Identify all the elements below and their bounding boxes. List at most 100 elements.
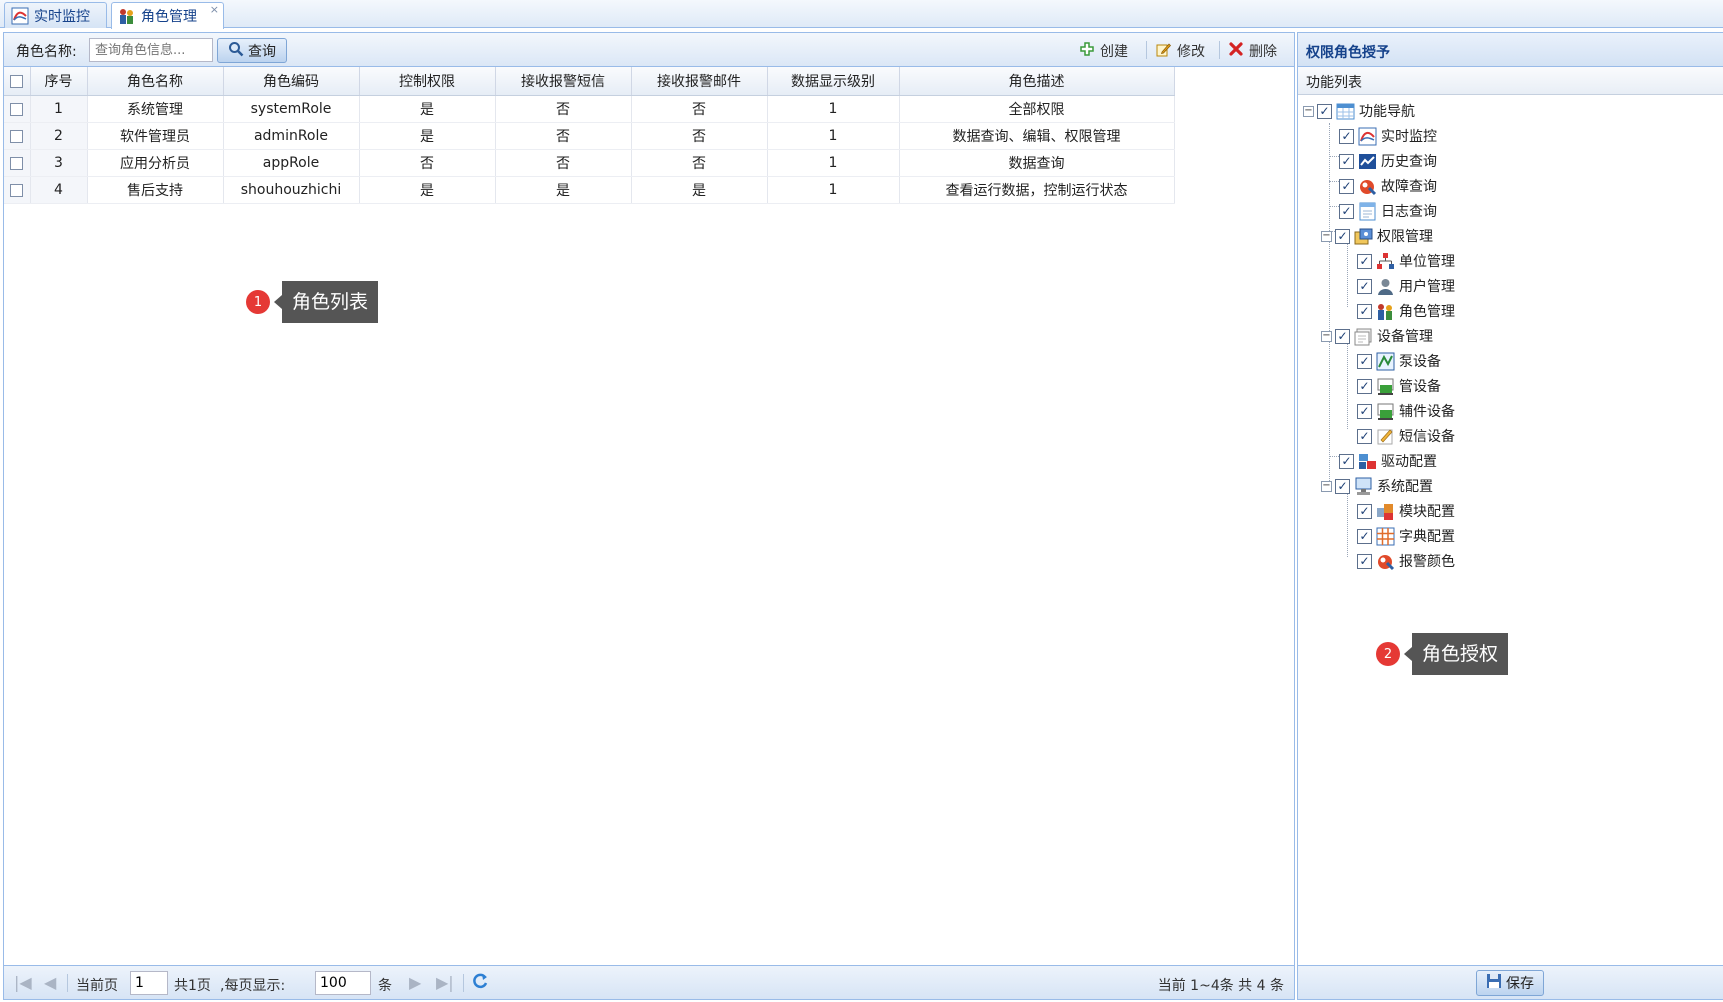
tree-checkbox[interactable]: ✓ <box>1339 453 1354 469</box>
refresh-icon[interactable] <box>470 971 490 995</box>
column-header[interactable]: 角色名称 <box>87 67 224 96</box>
row-checkbox[interactable] <box>10 102 24 116</box>
tree-checkbox[interactable]: ✓ <box>1339 153 1354 169</box>
column-header[interactable]: 接收报警短信 <box>495 67 632 96</box>
tree-checkbox[interactable]: ✓ <box>1335 228 1350 244</box>
tree-node-pump-device[interactable]: ✓ 泵设备 <box>1357 349 1441 373</box>
delete-button[interactable]: 删除 <box>1229 41 1277 61</box>
table-cell: 应用分析员 <box>87 149 224 177</box>
tree-checkbox[interactable]: ✓ <box>1357 378 1372 394</box>
search-label: 角色名称: <box>16 44 77 60</box>
tree-node-permission-management[interactable]: − ✓ 权限管理 <box>1321 224 1433 248</box>
select-all-header[interactable] <box>4 67 31 96</box>
tree-node-label: 系统配置 <box>1377 479 1433 495</box>
collapse-icon[interactable]: − <box>1321 330 1332 342</box>
dictionary-icon <box>1376 527 1395 546</box>
table-cell: 1 <box>767 95 900 123</box>
table-cell: 否 <box>631 95 768 123</box>
tree-checkbox[interactable]: ✓ <box>1357 303 1372 319</box>
query-button[interactable]: 查询 <box>217 38 287 63</box>
tree-node-realtime-monitor[interactable]: ✓ 实时监控 <box>1339 124 1437 148</box>
tree-node-unit-management[interactable]: ✓ 单位管理 <box>1357 249 1455 273</box>
module-icon <box>1376 502 1395 521</box>
next-page-icon[interactable]: ▶ <box>409 973 421 992</box>
tree-node-pipe-device[interactable]: ✓ 管设备 <box>1357 374 1441 398</box>
row-checkbox[interactable] <box>10 183 24 197</box>
column-header[interactable]: 控制权限 <box>359 67 496 96</box>
grid-icon <box>1336 102 1355 121</box>
tree-node-device-management[interactable]: − ✓ 设备管理 <box>1321 324 1433 348</box>
tree-checkbox[interactable]: ✓ <box>1339 128 1354 144</box>
edit-button[interactable]: 修改 <box>1156 41 1205 61</box>
tree-checkbox[interactable]: ✓ <box>1357 428 1372 444</box>
table-cell: appRole <box>223 149 360 177</box>
tree-node-module-config[interactable]: ✓ 模块配置 <box>1357 499 1455 523</box>
row-checkbox[interactable] <box>10 129 24 143</box>
tree-checkbox[interactable]: ✓ <box>1357 253 1372 269</box>
tree-node-user-management[interactable]: ✓ 用户管理 <box>1357 274 1455 298</box>
page-number-input[interactable] <box>130 971 168 995</box>
tree-node-accessory-device[interactable]: ✓ 辅件设备 <box>1357 399 1455 423</box>
table-cell: 1 <box>767 176 900 204</box>
column-header[interactable]: 序号 <box>30 67 88 96</box>
last-page-icon[interactable]: ▶| <box>436 973 454 992</box>
save-button[interactable]: 保存 <box>1476 970 1544 996</box>
row-checkbox[interactable] <box>10 156 24 170</box>
tree-checkbox[interactable]: ✓ <box>1357 278 1372 294</box>
tree-checkbox[interactable]: ✓ <box>1357 528 1372 544</box>
tree-node-function-navigation[interactable]: − ✓ 功能导航 <box>1303 99 1415 123</box>
tree-node-system-config[interactable]: − ✓ 系统配置 <box>1321 474 1433 498</box>
table-row[interactable]: 1 系统管理 systemRole 是 否 否 1 全部权限 <box>4 95 1175 123</box>
tree-checkbox[interactable]: ✓ <box>1339 203 1354 219</box>
first-page-icon[interactable]: |◀ <box>14 973 32 992</box>
tree-checkbox[interactable]: ✓ <box>1357 553 1372 569</box>
tree-node-label: 驱动配置 <box>1381 454 1437 470</box>
tree-checkbox[interactable]: ✓ <box>1357 503 1372 519</box>
column-header[interactable]: 角色编码 <box>223 67 360 96</box>
column-header[interactable]: 接收报警邮件 <box>631 67 768 96</box>
prev-page-icon[interactable]: ◀ <box>44 973 56 992</box>
column-header[interactable]: 数据显示级别 <box>767 67 900 96</box>
save-icon <box>1486 973 1502 993</box>
tab-role-management[interactable]: 角色管理 × <box>111 2 224 29</box>
checkbox[interactable] <box>10 74 24 88</box>
tree-node-alarm-color[interactable]: ✓ 报警颜色 <box>1357 549 1455 573</box>
tree-checkbox[interactable]: ✓ <box>1357 353 1372 369</box>
tree-checkbox[interactable]: ✓ <box>1335 328 1350 344</box>
toolbar-divider <box>1146 41 1147 59</box>
tree-node-history-query[interactable]: ✓ 历史查询 <box>1339 149 1437 173</box>
tree-line <box>1347 243 1348 307</box>
tree-node-driver-config[interactable]: ✓ 驱动配置 <box>1339 449 1437 473</box>
search-input[interactable] <box>89 38 213 62</box>
collapse-icon[interactable]: − <box>1321 230 1332 242</box>
tree-node-dictionary-config[interactable]: ✓ 字典配置 <box>1357 524 1455 548</box>
tab-realtime-monitor[interactable]: 实时监控 <box>4 2 107 28</box>
table-cell: 系统管理 <box>87 95 224 123</box>
table-row[interactable]: 2 软件管理员 adminRole 是 否 否 1 数据查询、编辑、权限管理 <box>4 122 1175 150</box>
pager-divider <box>67 974 68 992</box>
collapse-icon[interactable]: − <box>1303 105 1314 117</box>
collapse-icon[interactable]: − <box>1321 480 1332 492</box>
per-page-input[interactable] <box>315 971 371 995</box>
tree-node-label: 辅件设备 <box>1399 404 1455 420</box>
monitor-icon <box>1358 127 1377 146</box>
tree-checkbox[interactable]: ✓ <box>1339 178 1354 194</box>
create-button[interactable]: 创建 <box>1080 41 1128 61</box>
table-row[interactable]: 4 售后支持 shouhouzhichi 是 是 是 1 查看运行数据，控制运行… <box>4 176 1175 204</box>
tree-checkbox[interactable]: ✓ <box>1317 103 1332 119</box>
table-row[interactable]: 3 应用分析员 appRole 否 否 否 1 数据查询 <box>4 149 1175 177</box>
tree-node-log-query[interactable]: ✓ 日志查询 <box>1339 199 1437 223</box>
role-icon <box>118 7 136 25</box>
tree-checkbox[interactable]: ✓ <box>1357 403 1372 419</box>
column-header[interactable]: 角色描述 <box>899 67 1175 96</box>
table-cell: 全部权限 <box>899 95 1175 123</box>
table-cell: 是 <box>495 176 632 204</box>
tree-line <box>1347 493 1348 557</box>
tree-node-role-management[interactable]: ✓ 角色管理 <box>1357 299 1455 323</box>
tree-node-label: 实时监控 <box>1381 129 1437 145</box>
tree-checkbox[interactable]: ✓ <box>1335 478 1350 494</box>
fault-icon <box>1358 177 1377 196</box>
close-icon[interactable]: × <box>210 3 219 16</box>
tree-node-fault-query[interactable]: ✓ 故障查询 <box>1339 174 1437 198</box>
tree-node-sms-device[interactable]: ✓ 短信设备 <box>1357 424 1455 448</box>
